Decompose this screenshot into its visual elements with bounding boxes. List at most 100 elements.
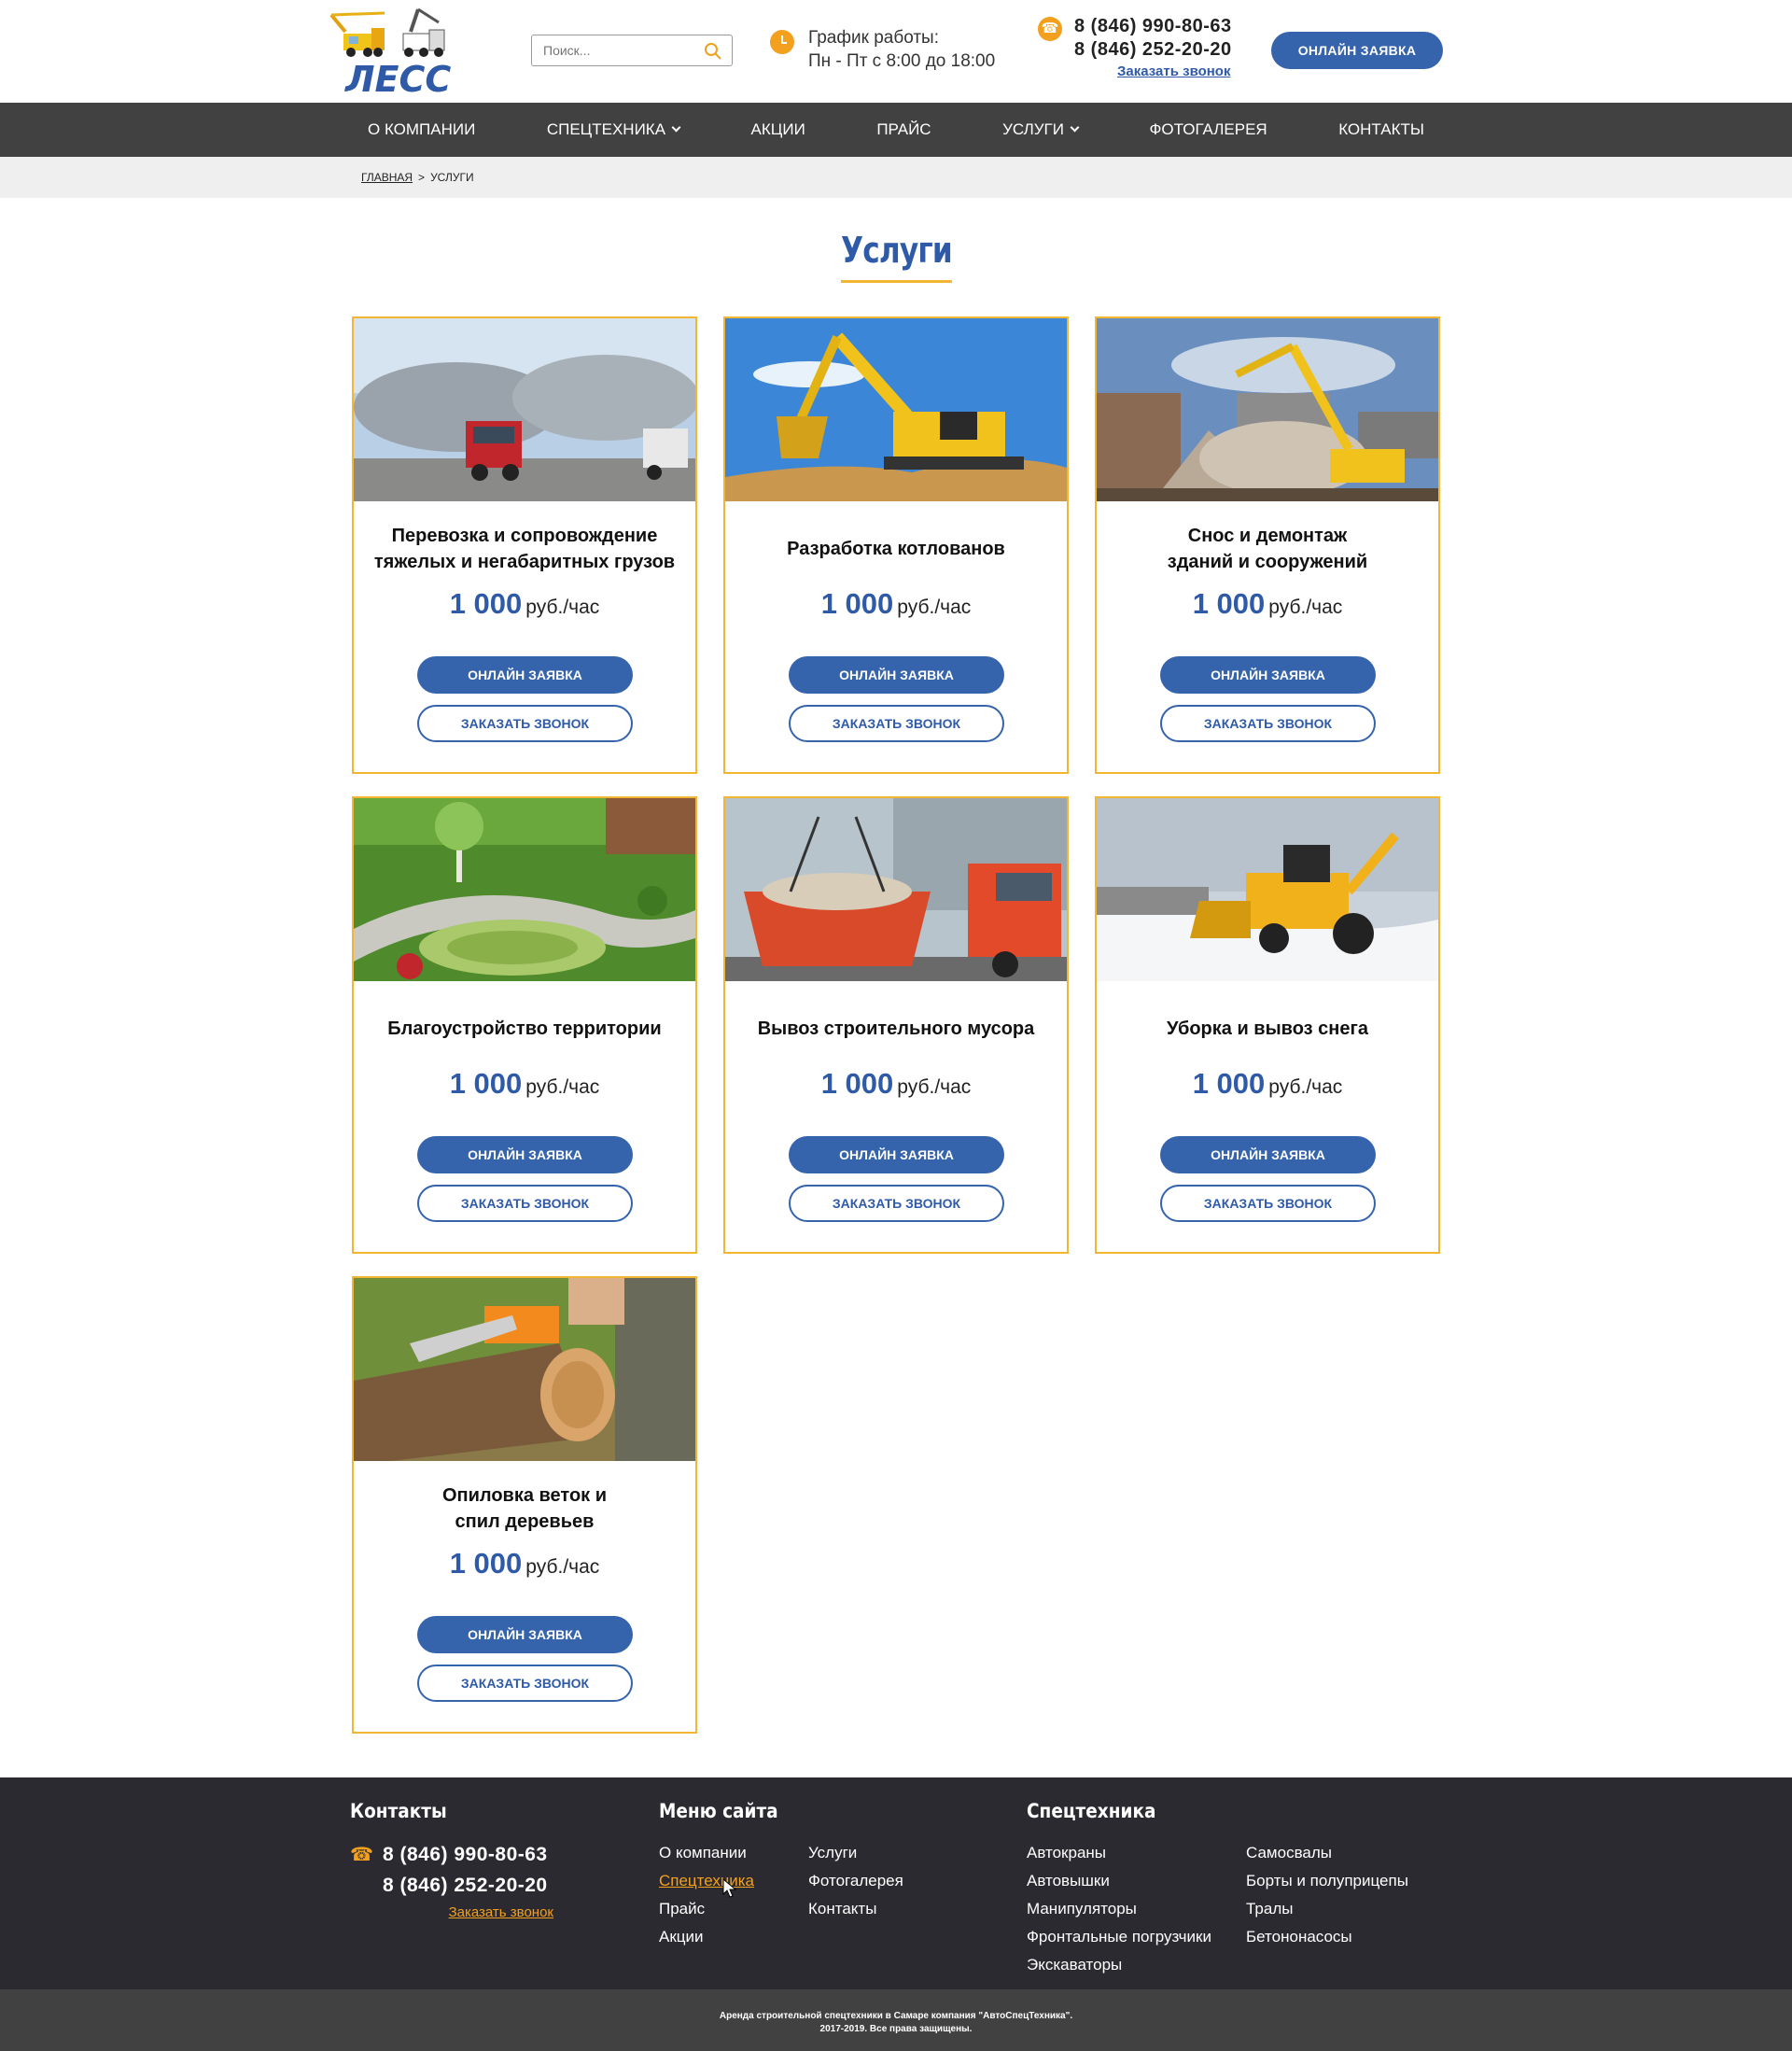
nav-label: О компании	[368, 120, 476, 138]
service-name: Уборка и вывоз снега	[1097, 1002, 1438, 1056]
mouse-cursor-icon	[722, 1878, 737, 1898]
service-image-snow-removal[interactable]	[1097, 798, 1438, 981]
order-call-button[interactable]: Заказать звонок	[417, 1185, 633, 1222]
breadcrumb-separator: >	[418, 171, 426, 184]
company-logo[interactable]: ЛЕСС	[327, 6, 476, 97]
service-image-tree-cutting[interactable]	[354, 1278, 695, 1461]
services-grid: Перевозка и сопровождение тяжелых и негаб…	[352, 316, 1440, 1734]
price-value: 1 000	[1192, 587, 1266, 620]
order-call-button[interactable]: Заказать звонок	[417, 705, 633, 742]
nav-item-contacts[interactable]: Контакты	[1318, 103, 1445, 157]
service-image-landscaping[interactable]	[354, 798, 695, 981]
site-header: ЛЕСС График работы: Пн - Пт с 8:00 до 18…	[0, 0, 1792, 103]
footer-contacts: Контакты ☎ 8 (846) 990-80-63 8 (846) 252…	[350, 1800, 553, 1921]
footer-link-services[interactable]: Услуги	[808, 1839, 903, 1867]
footer-link-promotions[interactable]: Акции	[659, 1923, 808, 1951]
service-card: Вывоз строительного мусора 1 000 руб./час…	[723, 796, 1069, 1254]
price-value: 1 000	[449, 1547, 523, 1580]
nav-label: Спецтехника	[546, 120, 666, 138]
footer-menu-title: Меню сайта	[659, 1800, 778, 1822]
breadcrumb-home[interactable]: Главная	[361, 171, 413, 184]
header-phones: ☎ 8 (846) 990-80-63 8 (846) 252-20-20 За…	[1038, 15, 1232, 79]
footer-phone-2[interactable]: 8 (846) 252-20-20	[383, 1870, 553, 1901]
footer-link-gallery[interactable]: Фотогалерея	[808, 1867, 903, 1895]
service-image-debris-removal[interactable]	[725, 798, 1067, 981]
online-request-button[interactable]: Онлайн заявка	[789, 656, 1004, 694]
footer-link-front-loaders[interactable]: Фронтальные погрузчики	[1027, 1923, 1246, 1951]
nav-item-price[interactable]: Прайс	[856, 103, 951, 157]
service-name: Перевозка и сопровождение тяжелых и негаб…	[354, 522, 695, 576]
order-call-button[interactable]: Заказать звонок	[417, 1665, 633, 1702]
footer-link-excavators[interactable]: Экскаваторы	[1027, 1951, 1246, 1979]
nav-item-services[interactable]: Услуги	[982, 103, 1099, 157]
service-image-heavy-cargo[interactable]	[354, 318, 695, 501]
price-value: 1 000	[1192, 1067, 1266, 1100]
footer-link-aerial-platforms[interactable]: Автовышки	[1027, 1867, 1246, 1895]
footer-link-truck-cranes[interactable]: Автокраны	[1027, 1839, 1246, 1867]
online-request-button[interactable]: Онлайн заявка	[1160, 656, 1376, 694]
main-nav: О компании Спецтехника Акции Прайс Услуг…	[0, 103, 1792, 157]
nav-label: Фотогалерея	[1149, 120, 1267, 138]
price-value: 1 000	[820, 587, 894, 620]
service-name: Благоустройство территории	[354, 1002, 695, 1056]
service-price: 1 000 руб./час	[1097, 1067, 1438, 1101]
breadcrumb: Главная > Услуги	[0, 157, 1792, 198]
order-call-button[interactable]: Заказать звонок	[789, 705, 1004, 742]
nav-item-about[interactable]: О компании	[347, 103, 496, 157]
online-request-button[interactable]: Онлайн заявка	[789, 1136, 1004, 1173]
service-card: Опиловка веток и спил деревьев 1 000 руб./…	[352, 1276, 697, 1734]
chevron-down-icon	[1070, 122, 1080, 133]
price-unit: руб./час	[1268, 1076, 1343, 1098]
footer-link-trawls[interactable]: Тралы	[1246, 1895, 1408, 1923]
service-image-demolition[interactable]	[1097, 318, 1438, 501]
footer-callback-link[interactable]: Заказать звонок	[449, 1904, 553, 1920]
service-card: Благоустройство территории 1 000 руб./час…	[352, 796, 697, 1254]
footer-link-manipulators[interactable]: Манипуляторы	[1027, 1895, 1246, 1923]
search-box	[531, 35, 733, 66]
service-card: Разработка котлованов 1 000 руб./час Онла…	[723, 316, 1069, 774]
order-call-button[interactable]: Заказать звонок	[1160, 1185, 1376, 1222]
nav-item-gallery[interactable]: Фотогалерея	[1128, 103, 1287, 157]
service-card: Уборка и вывоз снега 1 000 руб./час Онлай…	[1095, 796, 1440, 1254]
price-value: 1 000	[449, 1067, 523, 1100]
phone-number-1[interactable]: 8 (846) 990-80-63	[1074, 15, 1232, 38]
online-request-button[interactable]: Онлайн заявка	[1271, 32, 1443, 69]
service-name: Вывоз строительного мусора	[725, 1002, 1067, 1056]
breadcrumb-current: Услуги	[430, 171, 474, 184]
order-call-button[interactable]: Заказать звонок	[1160, 705, 1376, 742]
service-price: 1 000 руб./час	[354, 1547, 695, 1580]
service-name-line: Уборка и вывоз снега	[1167, 1018, 1368, 1039]
service-price: 1 000 руб./час	[354, 587, 695, 621]
nav-item-promotions[interactable]: Акции	[731, 103, 826, 157]
footer-menu-list: Услуги Фотогалерея Контакты	[808, 1839, 903, 1951]
service-name-line: Вывоз строительного мусора	[757, 1018, 1035, 1039]
service-image-excavation[interactable]	[725, 318, 1067, 501]
work-schedule: График работы: Пн - Пт с 8:00 до 18:00	[770, 26, 995, 73]
phone-number-2[interactable]: 8 (846) 252-20-20	[1074, 38, 1232, 62]
search-icon[interactable]	[704, 42, 722, 61]
price-unit: руб./час	[525, 1556, 600, 1578]
nav-item-equipment[interactable]: Спецтехника	[526, 103, 700, 157]
logo-text: ЛЕСС	[344, 59, 451, 97]
site-footer: Контакты ☎ 8 (846) 990-80-63 8 (846) 252…	[0, 1777, 1792, 1989]
online-request-button[interactable]: Онлайн заявка	[417, 1136, 633, 1173]
footer-link-flatbeds[interactable]: Борты и полуприцепы	[1246, 1867, 1408, 1895]
footer-link-dump-trucks[interactable]: Самосвалы	[1246, 1839, 1408, 1867]
price-unit: руб./час	[897, 1076, 972, 1098]
footer-link-concrete-pumps[interactable]: Бетононасосы	[1246, 1923, 1408, 1951]
search-input[interactable]	[532, 35, 691, 65]
online-request-button[interactable]: Онлайн заявка	[417, 656, 633, 694]
order-call-button[interactable]: Заказать звонок	[789, 1185, 1004, 1222]
nav-label: Контакты	[1338, 120, 1424, 138]
callback-link[interactable]: Заказать звонок	[1117, 63, 1232, 79]
online-request-button[interactable]: Онлайн заявка	[1160, 1136, 1376, 1173]
online-request-button[interactable]: Онлайн заявка	[417, 1616, 633, 1653]
footer-link-price[interactable]: Прайс	[659, 1895, 808, 1923]
service-name-line: Благоустройство территории	[387, 1018, 662, 1039]
footer-contacts-title: Контакты	[350, 1800, 447, 1822]
footer-link-about[interactable]: О компании	[659, 1839, 808, 1867]
footer-phone-1[interactable]: 8 (846) 990-80-63	[383, 1839, 553, 1870]
chevron-down-icon	[671, 122, 681, 133]
service-name-line: зданий и сооружений	[1167, 552, 1368, 572]
footer-link-contacts[interactable]: Контакты	[808, 1895, 903, 1923]
